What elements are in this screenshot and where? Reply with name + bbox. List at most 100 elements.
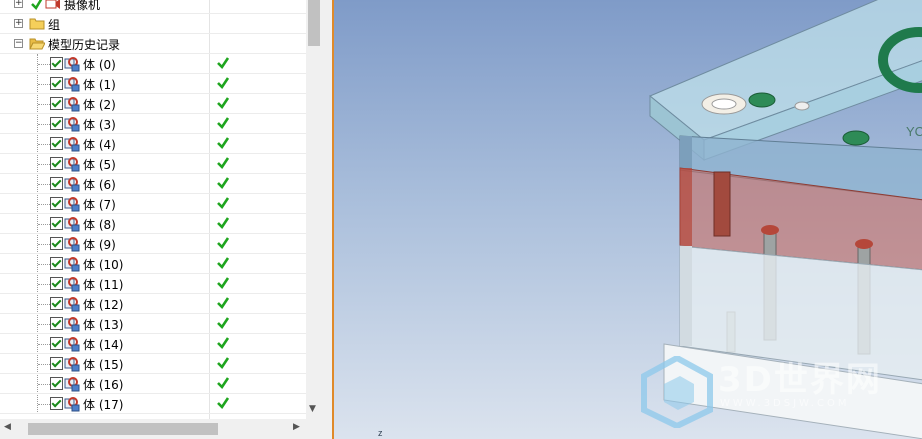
- open-folder-icon: [29, 38, 45, 50]
- tree-row-group[interactable]: + 组: [0, 14, 306, 34]
- expand-icon[interactable]: +: [14, 0, 23, 8]
- scroll-right-icon[interactable]: ▶: [293, 422, 300, 432]
- visibility-checkbox[interactable]: [50, 57, 63, 70]
- tree-row-body[interactable]: 体 (1): [0, 74, 306, 94]
- tree-item-label: 体 (9): [83, 238, 116, 252]
- tree-row-body[interactable]: 体 (15): [0, 354, 306, 374]
- body-feature-icon: [64, 177, 80, 192]
- tree-item-label: 体 (3): [83, 118, 116, 132]
- up-to-date-checkmark-icon: [217, 257, 230, 270]
- tree-connector: [38, 204, 50, 205]
- tree-row-body[interactable]: 体 (13): [0, 314, 306, 334]
- bottom-plate-side: [680, 246, 692, 346]
- tree-row-body[interactable]: 体 (17): [0, 394, 306, 414]
- tree-item-label: 体 (11): [83, 278, 124, 292]
- visibility-checkbox[interactable]: [50, 197, 63, 210]
- tree-connector: [38, 124, 50, 125]
- scroll-down-icon[interactable]: ▼: [309, 404, 316, 414]
- tree-item-label: 体 (7): [83, 198, 116, 212]
- body-feature-icon: [64, 357, 80, 372]
- tree-row-body[interactable]: 体 (12): [0, 294, 306, 314]
- up-to-date-checkmark-icon: [217, 77, 230, 90]
- tree-item-label: 体 (13): [83, 318, 124, 332]
- tree-row-body[interactable]: 体 (7): [0, 194, 306, 214]
- visibility-checkbox[interactable]: [50, 77, 63, 90]
- tree-connector: [38, 304, 50, 305]
- visibility-checkbox[interactable]: [50, 297, 63, 310]
- tree-item-label: 模型历史记录: [48, 38, 121, 52]
- tree-item-label: 体 (1): [83, 78, 116, 92]
- scroll-left-icon[interactable]: ◀: [4, 422, 11, 432]
- tree-row-body[interactable]: 体 (0): [0, 54, 306, 74]
- tree-row-body[interactable]: 体 (5): [0, 154, 306, 174]
- body-feature-icon: [64, 217, 80, 232]
- visibility-checkbox[interactable]: [50, 137, 63, 150]
- up-to-date-checkmark-icon: [217, 177, 230, 190]
- tree-row-body[interactable]: 体 (14): [0, 334, 306, 354]
- tree-row-body[interactable]: 体 (4): [0, 134, 306, 154]
- tree-row-body[interactable]: 体 (11): [0, 274, 306, 294]
- panel-splitter[interactable]: [322, 0, 334, 439]
- visibility-checkbox[interactable]: [50, 97, 63, 110]
- visibility-checkbox[interactable]: [50, 217, 63, 230]
- tree-row-body[interactable]: 体 (8): [0, 214, 306, 234]
- coil-pin: [713, 171, 731, 237]
- tree-connector: [38, 244, 50, 245]
- up-to-date-checkmark-icon: [217, 117, 230, 130]
- body-feature-icon: [64, 57, 80, 72]
- up-to-date-checkmark-icon: [217, 217, 230, 230]
- tree-item-label: 体 (12): [83, 298, 124, 312]
- tree-item-label: 体 (8): [83, 218, 116, 232]
- up-to-date-checkmark-icon: [217, 277, 230, 290]
- tree-item-label: 体 (15): [83, 358, 124, 372]
- body-feature-icon: [64, 297, 80, 312]
- tree-connector: [38, 224, 50, 225]
- part-navigator: + 摄像机 + 组 − 模型历史记录 体 (0) 体 (1) 体 (2) 体 (3) 体…: [0, 0, 322, 439]
- tree-row-camera[interactable]: + 摄像机: [0, 0, 306, 14]
- tree-row-body[interactable]: 体 (6): [0, 174, 306, 194]
- tree-connector: [38, 84, 50, 85]
- vertical-scrollbar[interactable]: ▼: [306, 0, 322, 419]
- tree-row-body[interactable]: 体 (10): [0, 254, 306, 274]
- tree-item-label: 体 (17): [83, 398, 124, 412]
- visibility-checkbox[interactable]: [50, 377, 63, 390]
- body-feature-icon: [64, 337, 80, 352]
- visibility-checkbox[interactable]: [50, 177, 63, 190]
- tree-connector: [38, 64, 50, 65]
- tree-item-label: 体 (0): [83, 58, 116, 72]
- visibility-checkbox[interactable]: [50, 277, 63, 290]
- watermark-text: 3D世界网: [718, 360, 882, 400]
- red-plate-side: [680, 168, 692, 246]
- tree-connector: [38, 404, 50, 405]
- tree-row-body[interactable]: 体 (3): [0, 114, 306, 134]
- camera-icon: [45, 0, 60, 9]
- visibility-checkbox[interactable]: [50, 257, 63, 270]
- up-to-date-checkmark-icon: [217, 137, 230, 150]
- visibility-checkbox[interactable]: [50, 237, 63, 250]
- pin-head: [794, 101, 810, 111]
- collapse-icon[interactable]: −: [14, 39, 23, 48]
- tree-connector: [38, 104, 50, 105]
- checkmark-icon: [31, 0, 43, 10]
- visibility-checkbox[interactable]: [50, 317, 63, 330]
- body-feature-icon: [64, 97, 80, 112]
- tree-row-body[interactable]: 体 (16): [0, 374, 306, 394]
- tree-connector: [38, 144, 50, 145]
- up-to-date-checkmark-icon: [217, 297, 230, 310]
- visibility-checkbox[interactable]: [50, 357, 63, 370]
- ring-hole: [711, 98, 737, 110]
- visibility-checkbox[interactable]: [50, 337, 63, 350]
- visibility-checkbox[interactable]: [50, 117, 63, 130]
- scroll-thumb[interactable]: [308, 0, 320, 46]
- scroll-thumb[interactable]: [28, 423, 218, 435]
- visibility-checkbox[interactable]: [50, 157, 63, 170]
- tree-item-label: 体 (5): [83, 158, 116, 172]
- expand-icon[interactable]: +: [14, 19, 23, 28]
- horizontal-scrollbar[interactable]: ◀ ▶: [0, 419, 306, 439]
- tree-row-body[interactable]: 体 (9): [0, 234, 306, 254]
- body-feature-icon: [64, 77, 80, 92]
- tree-row-body[interactable]: 体 (2): [0, 94, 306, 114]
- up-to-date-checkmark-icon: [217, 317, 230, 330]
- visibility-checkbox[interactable]: [50, 397, 63, 410]
- tree-row-model-history[interactable]: − 模型历史记录: [0, 34, 306, 54]
